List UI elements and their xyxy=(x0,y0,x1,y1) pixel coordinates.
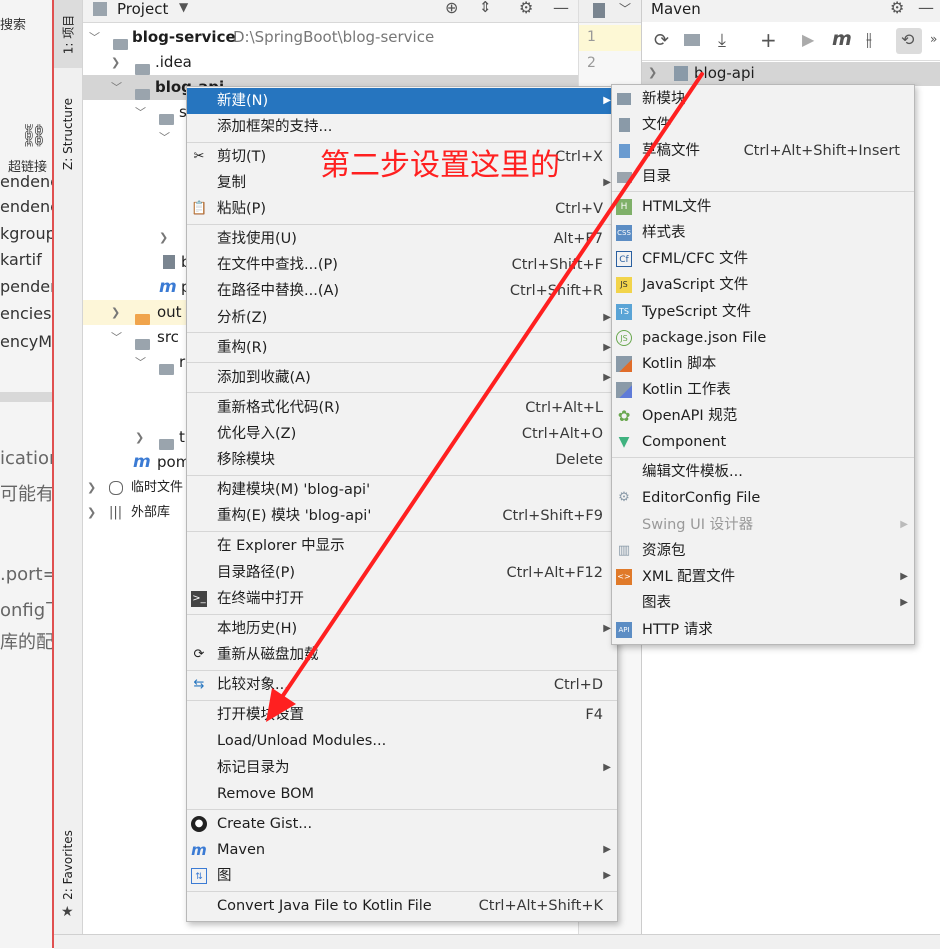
annotation-arrow xyxy=(266,72,704,722)
bottom-tool-bar xyxy=(54,934,940,949)
